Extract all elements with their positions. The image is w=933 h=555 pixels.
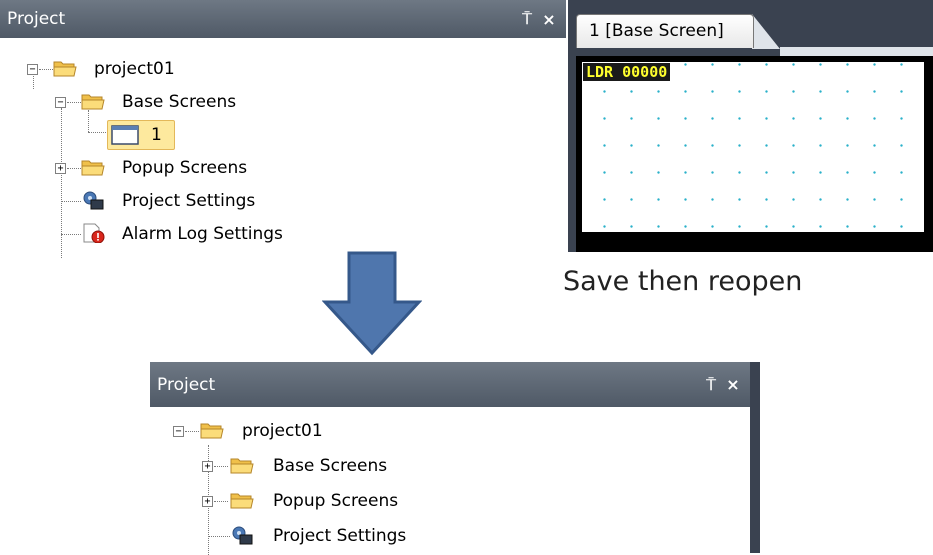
- screen-icon: [111, 125, 139, 145]
- tree-item-project01[interactable]: project01: [94, 58, 175, 80]
- pin-icon[interactable]: ⍑: [516, 9, 538, 29]
- project-settings-icon: [232, 526, 253, 545]
- design-canvas[interactable]: LDR 00000: [582, 62, 924, 232]
- caption-text: Save then reopen: [563, 266, 803, 297]
- ldr-tag[interactable]: LDR 00000: [583, 63, 671, 81]
- screen-editor: 1 [Base Screen] LDR 00000: [568, 0, 933, 252]
- project-tree: − project01 − Base Screens 1 + Popup Scr…: [0, 38, 566, 258]
- folder-icon: [53, 61, 77, 77]
- tree-item-popup-screens[interactable]: Popup Screens: [122, 157, 247, 179]
- screen-number: 1: [151, 125, 162, 145]
- close-icon[interactable]: ×: [722, 375, 744, 394]
- tab-base-screen[interactable]: 1 [Base Screen]: [576, 14, 754, 48]
- collapse-toggle[interactable]: −: [55, 97, 66, 108]
- tree-item-alarm-log-settings[interactable]: Alarm Log Settings: [122, 223, 283, 245]
- collapse-toggle[interactable]: −: [27, 64, 38, 75]
- alarm-log-icon: [83, 223, 105, 243]
- project-settings-icon: [83, 191, 104, 210]
- expand-toggle[interactable]: +: [202, 461, 213, 472]
- tree-item-base-screens[interactable]: Base Screens: [122, 91, 236, 113]
- project-panel-header: Project ⍑ ×: [150, 362, 750, 407]
- project-panel-header: Project ⍑ ×: [0, 0, 566, 38]
- canvas-frame: LDR 00000: [576, 56, 933, 252]
- tree-item-base-screens[interactable]: Base Screens: [273, 455, 387, 477]
- folder-icon: [230, 458, 254, 474]
- tree-item-project-settings[interactable]: Project Settings: [122, 190, 255, 212]
- folder-icon: [200, 423, 224, 439]
- tree-item-screen-1[interactable]: 1: [107, 120, 175, 150]
- top-project-panel: Project ⍑ × − project01 − Base Screens 1…: [0, 0, 566, 258]
- editor-tab-strip: 1 [Base Screen]: [568, 0, 933, 56]
- expand-toggle[interactable]: +: [55, 163, 66, 174]
- close-icon[interactable]: ×: [538, 10, 560, 29]
- bottom-project-panel: Project ⍑ × − project01 + Base Screens +: [150, 362, 760, 555]
- panel-title: Project: [157, 374, 216, 395]
- tab-strip-fill: [780, 47, 933, 56]
- expand-toggle[interactable]: +: [202, 496, 213, 507]
- project-tree: − project01 + Base Screens + Popup Scree…: [150, 407, 750, 555]
- pin-icon[interactable]: ⍑: [700, 375, 722, 395]
- tree-item-project-settings[interactable]: Project Settings: [273, 525, 406, 547]
- panel-title: Project: [7, 9, 66, 29]
- tree-item-project01[interactable]: project01: [242, 420, 323, 442]
- panel-right-border: [750, 362, 760, 553]
- down-arrow-icon: [322, 251, 422, 356]
- folder-icon: [81, 160, 105, 176]
- folder-icon: [81, 94, 105, 110]
- tree-item-popup-screens[interactable]: Popup Screens: [273, 490, 398, 512]
- tab-edge: [752, 14, 780, 49]
- collapse-toggle[interactable]: −: [173, 426, 184, 437]
- folder-icon: [230, 493, 254, 509]
